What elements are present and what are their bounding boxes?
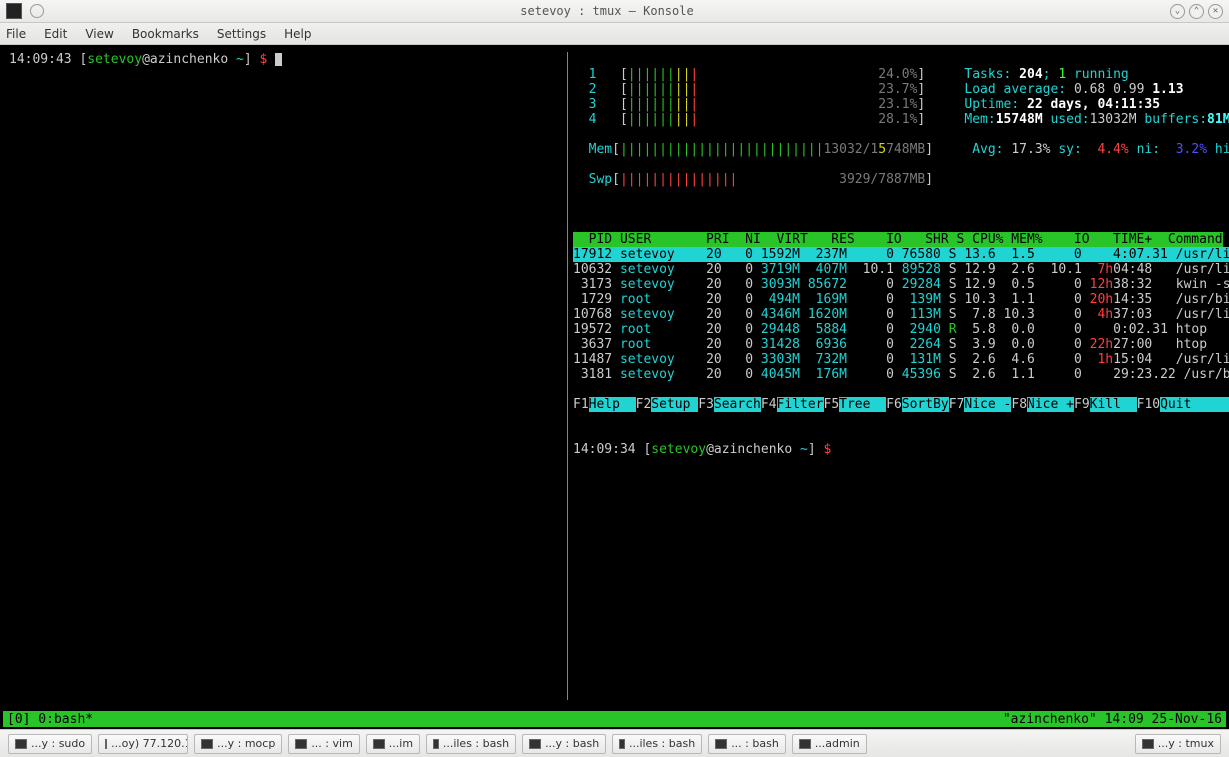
menu-file[interactable]: File	[6, 27, 26, 41]
menubar: File Edit View Bookmarks Settings Help	[0, 23, 1229, 45]
right-pane: 1 [||||||||| 24.0%] Tasks: 204; 1 runnin…	[573, 52, 1226, 457]
menu-edit[interactable]: Edit	[44, 27, 67, 41]
terminal-icon	[373, 739, 385, 749]
terminal-icon	[799, 739, 811, 749]
window-titlebar: setevoy : tmux – Konsole ⌄ ⌃ ✕	[0, 0, 1229, 23]
terminal-icon	[715, 739, 727, 749]
htop-columns: PID USER PRI NI VIRT RES IO SHR S CPU% M…	[573, 232, 1223, 247]
minimize-button[interactable]: ⌄	[1170, 4, 1185, 19]
task-item[interactable]: ...y : bash	[522, 734, 606, 754]
tmux-status-bar: [0] 0:bash* "azinchenko" 14:09 25-Nov-16	[3, 711, 1226, 727]
terminal[interactable]: 14:09:43 [setevoy@azinchenko ~] $ 1 [|||…	[3, 45, 1226, 727]
terminal-icon	[529, 739, 541, 749]
terminal-icon	[433, 739, 439, 749]
task-item[interactable]: ...im	[366, 734, 420, 754]
close-button[interactable]: ✕	[1208, 4, 1223, 19]
task-item[interactable]: ... : bash	[708, 734, 786, 754]
task-item[interactable]: ...y : sudo	[8, 734, 92, 754]
app-icon	[6, 3, 22, 19]
pane-separator	[567, 52, 568, 700]
maximize-button[interactable]: ⌃	[1189, 4, 1204, 19]
tmux-status-right: "azinchenko" 14:09 25-Nov-16	[1003, 712, 1222, 727]
terminal-icon	[201, 739, 213, 749]
menu-help[interactable]: Help	[284, 27, 311, 41]
htop-fkeys[interactable]: F1Help F2Setup F3SearchF4FilterF5Tree F6…	[573, 397, 1229, 412]
desktop-taskbar: ...y : sudo ...oy) 77.120.103.20 ...y : mo…	[0, 729, 1229, 757]
task-item[interactable]: ...iles : bash	[612, 734, 702, 754]
left-pane-prompt: 14:09:43 [setevoy@azinchenko ~] $	[9, 52, 282, 67]
terminal-icon	[15, 739, 27, 749]
terminal-icon	[295, 739, 307, 749]
terminal-icon	[1142, 739, 1154, 749]
task-item[interactable]: ...iles : bash	[426, 734, 516, 754]
task-item[interactable]: ...y : mocp	[194, 734, 282, 754]
task-item[interactable]: ...oy) 77.120.103.20	[98, 734, 188, 754]
task-item[interactable]: ...admin	[792, 734, 867, 754]
menu-view[interactable]: View	[85, 27, 113, 41]
terminal-icon	[105, 739, 107, 749]
menu-bookmarks[interactable]: Bookmarks	[132, 27, 199, 41]
window-title: setevoy : tmux – Konsole	[44, 4, 1170, 18]
menu-settings[interactable]: Settings	[217, 27, 266, 41]
pin-icon[interactable]	[30, 4, 44, 18]
cursor-icon	[275, 53, 282, 66]
tmux-status-left: [0] 0:bash*	[7, 712, 93, 727]
task-item[interactable]: ...y : tmux	[1135, 734, 1221, 754]
terminal-icon	[619, 739, 625, 749]
task-item[interactable]: ... : vim	[288, 734, 359, 754]
